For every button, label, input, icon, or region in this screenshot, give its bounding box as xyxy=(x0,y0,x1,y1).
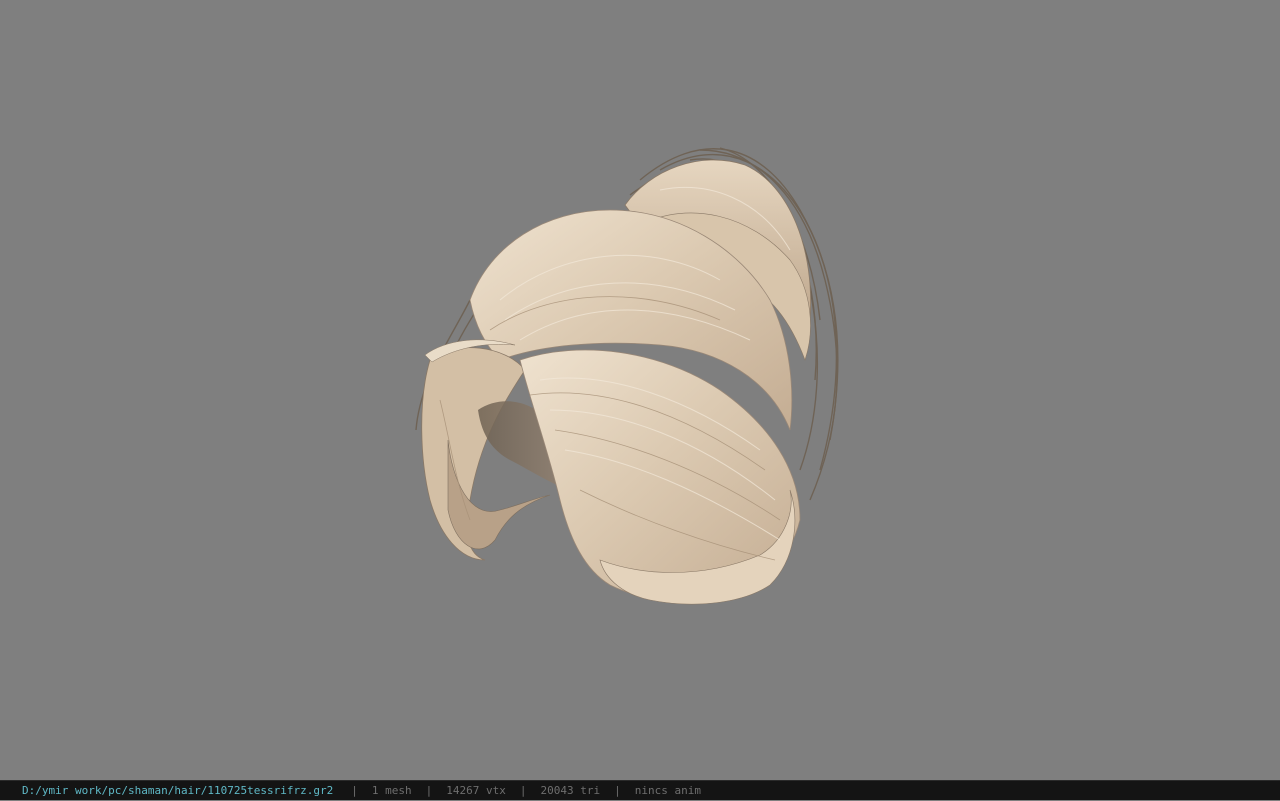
3d-viewport[interactable] xyxy=(0,0,1280,780)
anim-status: nincs anim xyxy=(634,783,701,797)
separator: | xyxy=(425,783,433,797)
hair-model xyxy=(415,147,839,605)
separator: | xyxy=(614,783,621,797)
separator: | xyxy=(519,783,527,797)
mesh-count: 1 mesh xyxy=(371,783,412,797)
vertex-count: 14267 vtx xyxy=(446,783,506,797)
separator: | xyxy=(351,783,358,797)
status-bar: D:/ymir work/pc/shaman/hair/110725tessri… xyxy=(0,780,1280,800)
triangle-count: 20043 tri xyxy=(540,783,601,797)
file-path: D:/ymir work/pc/shaman/hair/110725tessri… xyxy=(22,783,334,797)
